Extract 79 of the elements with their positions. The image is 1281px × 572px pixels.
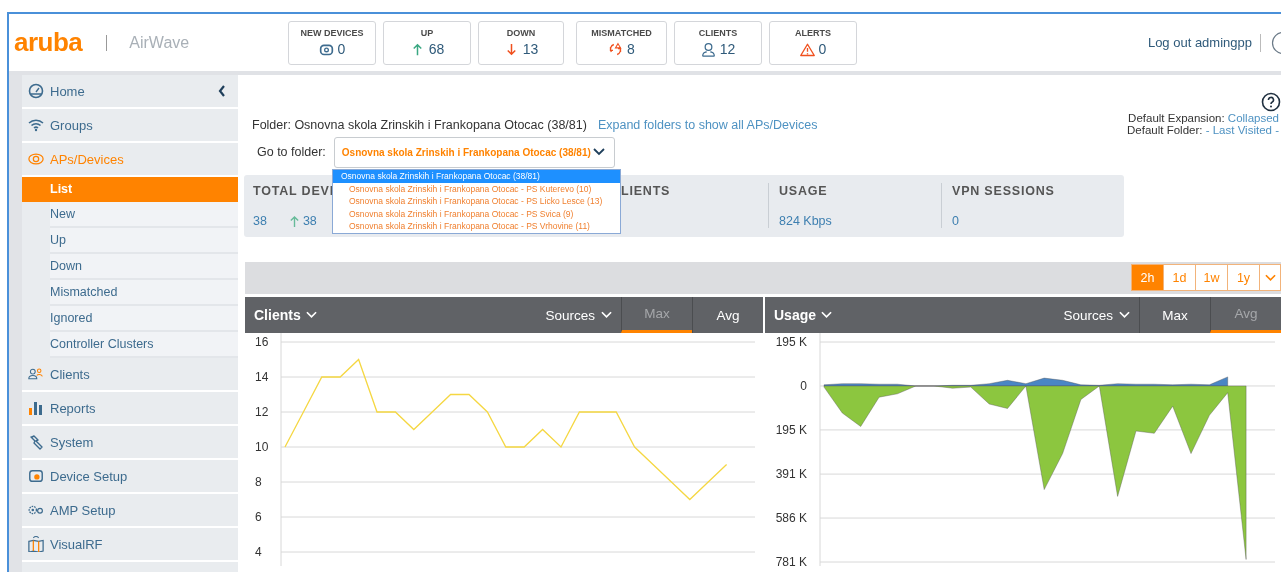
y-tick-label: 195 K <box>775 422 807 437</box>
sync-warning-icon <box>608 41 624 57</box>
aggregate-tab[interactable]: Max <box>1139 297 1210 333</box>
sources-menu[interactable]: Sources <box>1063 307 1130 323</box>
y-tick-label: 6 <box>255 510 262 524</box>
y-tick-label: 14 <box>255 370 269 384</box>
chevron-down-icon <box>592 148 605 156</box>
logout-link[interactable]: Log out admingpp <box>1147 35 1252 50</box>
y-tick-label: 12 <box>255 405 269 419</box>
y-tick-label: 195 K <box>775 335 807 349</box>
logo: aruba <box>14 27 83 58</box>
sources-menu[interactable]: Sources <box>545 307 612 323</box>
summary-value[interactable]: 0 <box>952 214 959 228</box>
chevron-down-icon <box>1119 311 1130 319</box>
map-icon <box>28 536 44 552</box>
chevron-down-icon <box>821 311 833 319</box>
wifi-icon <box>28 117 44 133</box>
goto-folder-label: Go to folder: <box>257 145 326 159</box>
y-tick-label: 4 <box>255 545 262 559</box>
folder-path: Folder: Osnovna skola Zrinskih i Frankopana Otocac (38/81) <box>252 118 587 132</box>
person-icon <box>700 41 716 57</box>
y-tick-label: 586 K <box>775 511 807 526</box>
chevron-down-icon <box>1264 273 1276 282</box>
nav-subitem[interactable]: Mismatched <box>50 280 238 306</box>
dropdown-option[interactable]: Osnovna skola Zrinskih i Frankopana Otocac - PS Vrhovine (11) <box>333 220 620 233</box>
nav-subitem[interactable]: New <box>50 202 238 228</box>
default-expansion-link[interactable]: Collapsed <box>1227 112 1279 124</box>
default-folder-label: Default Folder: <box>1127 124 1203 136</box>
y-tick-label: 781 K <box>775 555 807 566</box>
help-icon[interactable] <box>1261 92 1281 112</box>
y-tick-label: 8 <box>255 475 262 489</box>
eye-icon <box>28 151 44 167</box>
device-icon <box>28 468 44 484</box>
y-tick-label: 391 K <box>775 467 807 482</box>
aggregate-tab[interactable]: Avg <box>1210 297 1281 333</box>
chevron-left-icon[interactable] <box>218 85 226 97</box>
summary-value[interactable]: 38 <box>253 214 267 228</box>
product-name: AirWave <box>129 33 190 52</box>
y-tick-label: 0 <box>800 378 807 393</box>
dropdown-option[interactable]: Osnovna skola Zrinskih i Frankopana Otocac - PS Svica (9) <box>333 207 620 220</box>
people-icon <box>28 366 44 382</box>
counter-tile[interactable]: DOWN 13 <box>478 20 564 65</box>
chevron-down-icon <box>305 311 317 319</box>
gauge-icon <box>28 83 44 99</box>
dropdown-option[interactable]: Osnovna skola Zrinskih i Frankopana Otocac - PS Licko Lesce (13) <box>333 195 620 208</box>
chart-title-menu[interactable]: Clients <box>245 307 317 323</box>
summary-heading: LIENTS <box>621 184 671 198</box>
arrow-up-icon <box>288 214 300 228</box>
counter-tile[interactable]: CLIENTS 12 <box>674 20 762 65</box>
dropdown-option[interactable]: Osnovna skola Zrinskih i Frankopana Otocac (38/81) <box>333 170 620 183</box>
default-expansion-label: Default Expansion: <box>1128 112 1225 124</box>
nav-subitem[interactable]: Ignored <box>50 306 238 332</box>
bar-chart-icon <box>28 400 44 416</box>
counter-tile[interactable]: MISMATCHED 8 <box>576 20 667 65</box>
aggregate-tab[interactable]: Avg <box>692 297 763 333</box>
aggregate-tab[interactable]: Max <box>621 297 692 333</box>
time-range-button[interactable]: 1d <box>1163 264 1196 291</box>
summary-heading: TOTAL DEVI <box>253 184 334 198</box>
folder-dropdown[interactable]: Osnovna skola Zrinskih i Frankopana Otocac (38/81) <box>333 136 615 168</box>
nav-subitem[interactable]: Controller Clusters <box>50 332 238 358</box>
y-tick-label: 10 <box>255 440 269 454</box>
chart-title-menu[interactable]: Usage <box>765 307 833 323</box>
nav-subitem[interactable]: Up <box>50 228 238 254</box>
default-folder-link[interactable]: - Last Visited - <box>1205 124 1279 136</box>
y-tick-label: 16 <box>255 335 269 349</box>
time-range-button[interactable]: 1y <box>1227 264 1260 291</box>
summary-value[interactable]: 824 Kbps <box>779 214 832 228</box>
chevron-down-icon <box>601 311 612 319</box>
summary-value[interactable]: 38 <box>302 214 317 228</box>
expand-folders-link[interactable]: Expand folders to show all APs/Devices <box>597 118 818 132</box>
counter-tile[interactable]: ALERTS 0 <box>769 20 857 65</box>
summary-heading: VPN SESSIONS <box>952 184 1055 198</box>
counter-tile[interactable]: NEW DEVICES 0 <box>288 20 376 65</box>
nav-subitem[interactable]: Down <box>50 254 238 280</box>
time-range-button[interactable]: 1w <box>1195 264 1228 291</box>
warning-icon <box>799 41 815 57</box>
summary-heading: USAGE <box>779 184 828 198</box>
dropdown-option[interactable]: Osnovna skola Zrinskih i Frankopana Otocac - PS Kuterevo (10) <box>333 182 620 195</box>
counter-tile[interactable]: UP 68 <box>383 20 471 65</box>
